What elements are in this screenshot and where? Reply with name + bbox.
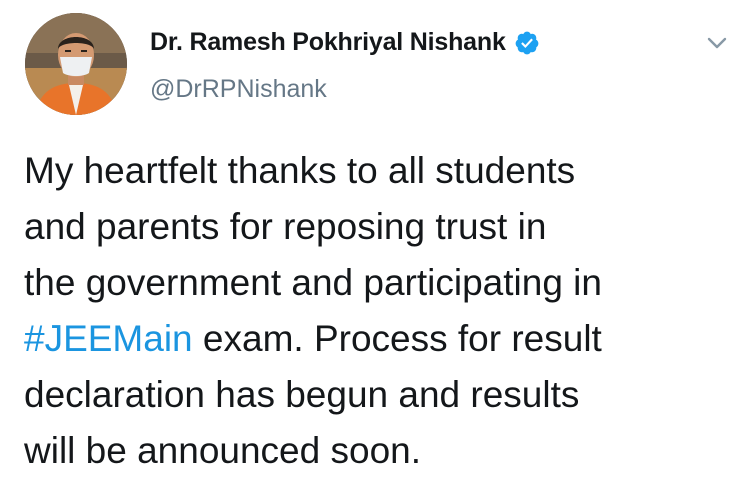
hashtag-link[interactable]: #JEEMain: [24, 318, 193, 359]
avatar[interactable]: [25, 13, 127, 115]
tweet-text-line: My heartfelt thanks to all students: [24, 150, 576, 191]
tweet-text-line: declaration has begun and results: [24, 374, 580, 415]
tweet-text: My heartfelt thanks to all students and …: [24, 143, 724, 479]
chevron-down-icon[interactable]: [704, 30, 730, 56]
tweet-text-segment: exam. Process for result: [192, 318, 602, 359]
tweet-card: Dr. Ramesh Pokhriyal Nishank @DrRPNishan…: [0, 0, 741, 486]
username-handle[interactable]: @DrRPNishank: [150, 75, 327, 104]
tweet-text-line: will be announced soon.: [24, 430, 422, 471]
tweet-text-line: and parents for reposing trust in: [24, 206, 547, 247]
profile-photo: [25, 13, 127, 115]
tweet-text-line: #JEEMain exam. Process for result: [24, 311, 724, 367]
tweet-text-line: the government and participating in: [24, 262, 602, 303]
display-name[interactable]: Dr. Ramesh Pokhriyal Nishank: [150, 28, 506, 57]
author-name-row[interactable]: Dr. Ramesh Pokhriyal Nishank: [150, 28, 540, 57]
verified-badge-icon: [514, 30, 540, 56]
